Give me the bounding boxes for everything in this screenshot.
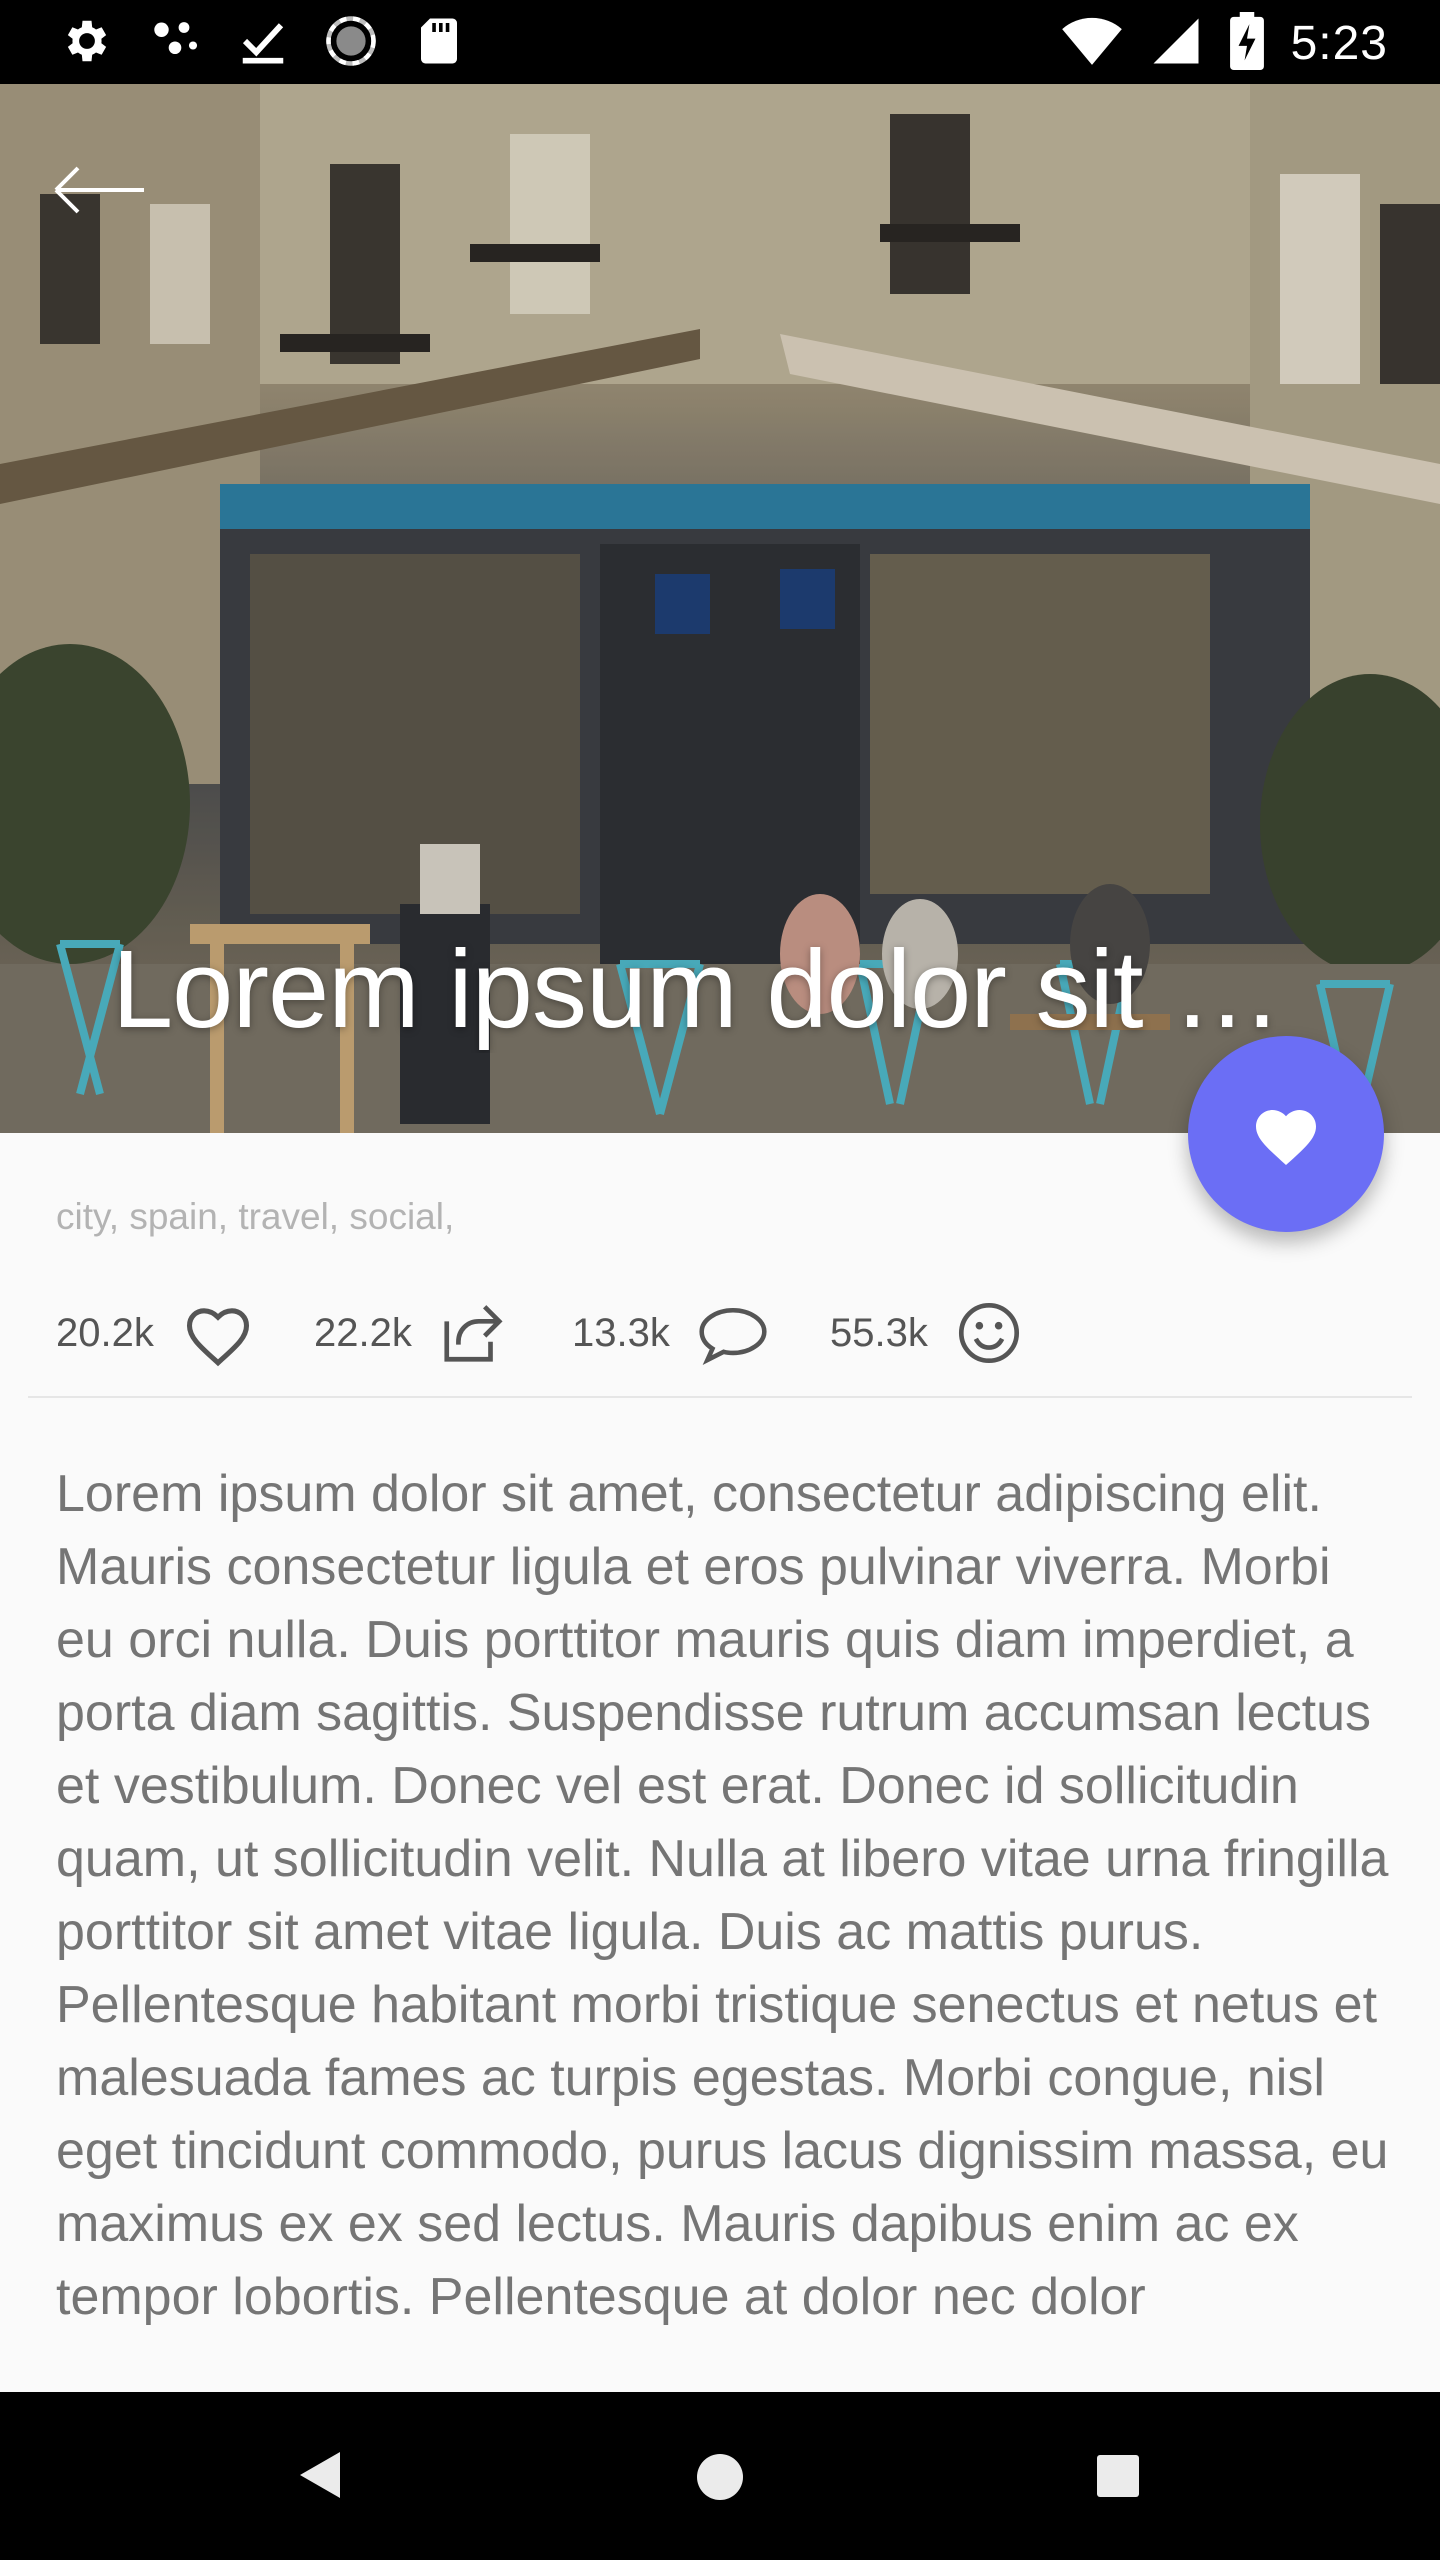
shares-stat[interactable]: 22.2k (314, 1290, 508, 1376)
recents-square-icon[interactable] (1096, 2454, 1140, 2498)
status-time: 5:23 (1290, 17, 1388, 70)
shares-count: 22.2k (314, 1310, 412, 1355)
home-circle-icon[interactable] (695, 2452, 745, 2502)
heart-outline-icon (186, 1308, 249, 1367)
smiley-icon (958, 1302, 1019, 1364)
heart-filled-icon (1256, 1110, 1316, 1166)
status-left-icons (60, 14, 466, 68)
comments-stat[interactable]: 13.3k (572, 1290, 770, 1376)
wifi-icon (1061, 14, 1123, 73)
share-icon (444, 1305, 503, 1362)
reactions-count: 55.3k (830, 1310, 928, 1355)
likes-stat[interactable]: 20.2k (56, 1290, 256, 1376)
favorite-fab-button[interactable] (1188, 1036, 1384, 1232)
divider (28, 1396, 1412, 1398)
signal-icon (1149, 14, 1203, 73)
settings-icon (60, 14, 114, 68)
tags-label: city, spain, travel, social, (56, 1196, 455, 1237)
back-triangle-icon[interactable] (296, 2448, 344, 2502)
status-right-icons: 5:23 (1061, 12, 1388, 75)
reactions-stat[interactable]: 55.3k (830, 1290, 1024, 1376)
comment-icon (699, 1307, 767, 1365)
share-nodes-icon (148, 14, 202, 68)
sync-icon (324, 14, 378, 68)
article-body: Lorem ipsum dolor sit amet, consectetur … (56, 1465, 1389, 2326)
arrow-left-icon (54, 166, 144, 214)
navigation-bar (0, 2392, 1440, 2560)
battery-charging-icon (1229, 12, 1265, 75)
status-bar: 5:23 (0, 0, 1440, 84)
download-done-icon (236, 14, 290, 68)
likes-count: 20.2k (56, 1310, 154, 1355)
hero-image: Lorem ipsum dolor sit amet (0, 84, 1440, 1133)
hero-title: Lorem ipsum dolor sit amet (112, 928, 1332, 1051)
sd-card-icon (412, 14, 466, 68)
back-button[interactable] (44, 146, 154, 236)
comments-count: 13.3k (572, 1310, 670, 1355)
